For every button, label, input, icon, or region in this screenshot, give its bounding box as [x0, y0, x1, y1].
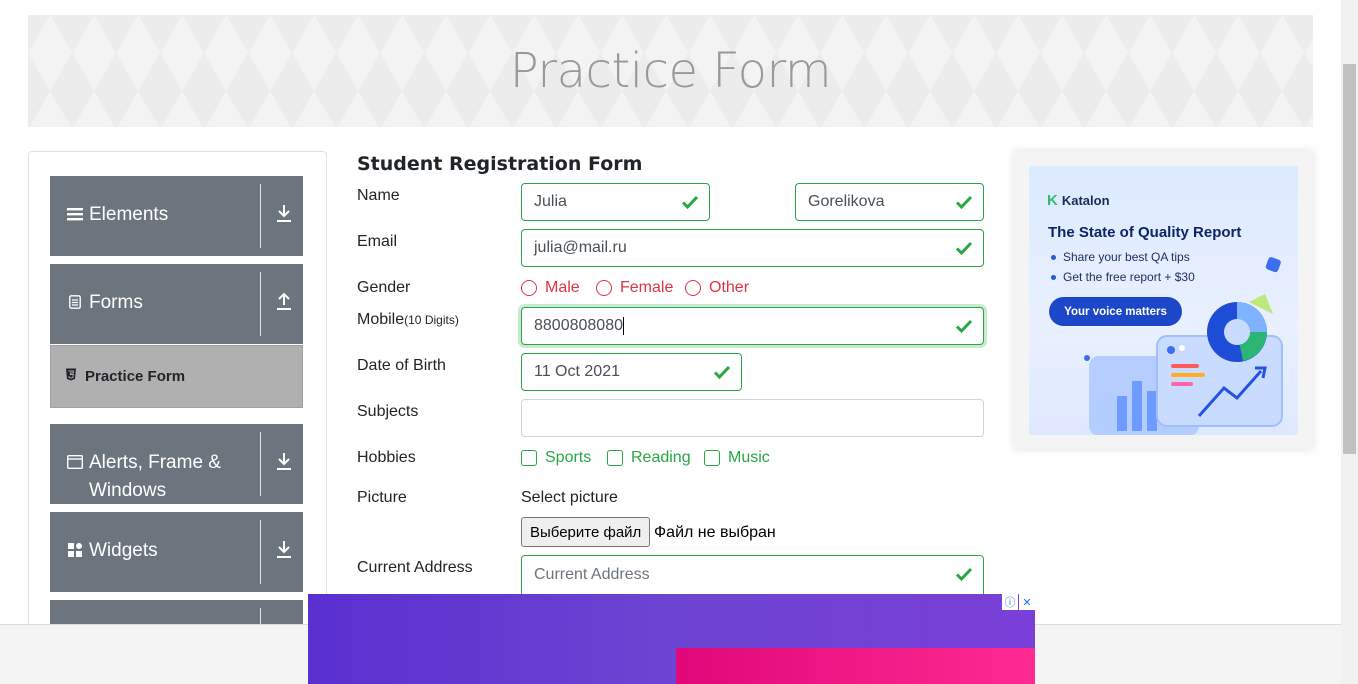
radio-circle	[685, 280, 701, 296]
sidebar-group-elements[interactable]: Elements	[50, 176, 303, 256]
last-name-input[interactable]: Gorelikova	[795, 183, 984, 221]
hobby-checkbox-music[interactable]: Music	[704, 449, 770, 467]
sidebar-item-label: Practice Form	[85, 368, 186, 385]
checkbox-box	[521, 450, 537, 466]
hobbies-label: Hobbies	[357, 449, 416, 466]
subjects-input[interactable]	[521, 399, 984, 437]
page: Practice Form Elements Forms Practice Fo…	[0, 0, 1358, 684]
gender-radio-male[interactable]: Male	[521, 279, 580, 297]
bottom-ad-banner[interactable]: ⓘ ✕	[308, 594, 1035, 684]
ad-banner[interactable]: K Katalon The State of Quality Report Sh…	[1029, 166, 1298, 435]
dob-label: Date of Birth	[357, 357, 446, 374]
radio-label: Male	[545, 279, 580, 296]
hobby-checkbox-reading[interactable]: Reading	[607, 449, 691, 467]
arrow-down-icon[interactable]	[275, 450, 293, 472]
choose-file-button[interactable]: Выберите файл	[521, 517, 651, 547]
mobile-value: 8800808080	[534, 317, 623, 334]
ad-close-icon[interactable]: ✕	[1019, 594, 1035, 610]
ad-illustration	[1084, 257, 1283, 435]
check-icon	[713, 364, 731, 380]
divider	[260, 272, 261, 336]
picture-prompt: Select picture	[521, 489, 618, 506]
sidebar-group-label: Alerts, Frame & Windows	[89, 452, 221, 501]
email-input[interactable]: julia@mail.ru	[521, 229, 984, 267]
menu-icon	[67, 207, 83, 221]
last-name-value: Gorelikova	[808, 193, 885, 210]
mobile-hint: (10 Digits)	[404, 313, 459, 327]
check-icon	[955, 566, 973, 582]
sidebar-group-alerts[interactable]: Alerts, Frame & Windows	[50, 424, 303, 504]
email-value: julia@mail.ru	[534, 239, 627, 256]
address-placeholder: Current Address	[534, 566, 650, 583]
ad-controls: ⓘ ✕	[1002, 594, 1035, 610]
check-icon	[955, 240, 973, 256]
sidebar-group-label: Forms	[89, 292, 143, 313]
checkbox-box	[704, 450, 720, 466]
radio-label: Female	[620, 279, 674, 296]
address-label: Current Address	[357, 559, 473, 576]
first-name-value: Julia	[534, 193, 567, 210]
gender-label: Gender	[357, 279, 411, 296]
email-label: Email	[357, 233, 398, 250]
mobile-label-text: Mobile	[357, 311, 405, 328]
sidebar-group-widgets[interactable]: Widgets	[50, 512, 303, 592]
sidebar-ad[interactable]: K Katalon The State of Quality Report Sh…	[1014, 151, 1313, 449]
arrow-up-icon[interactable]	[275, 290, 293, 312]
first-name-input[interactable]: Julia	[521, 183, 710, 221]
divider	[260, 184, 261, 248]
gender-radio-female[interactable]: Female	[596, 279, 673, 297]
subjects-label: Subjects	[357, 403, 419, 420]
divider	[260, 432, 261, 496]
form-title: Student Registration Form	[357, 153, 643, 175]
gender-radio-other[interactable]: Other	[685, 279, 749, 297]
page-banner: Practice Form	[28, 15, 1313, 127]
window-icon	[67, 455, 83, 469]
radio-label: Other	[709, 279, 750, 296]
radio-circle	[521, 280, 537, 296]
picture-label: Picture	[357, 489, 407, 506]
checkbox-label: Reading	[631, 449, 691, 466]
sidebar-item-practice-form[interactable]: Practice Form	[50, 345, 303, 408]
scrollbar-thumb[interactable]	[1343, 64, 1356, 454]
document-icon	[67, 295, 83, 309]
html5-icon	[65, 368, 77, 385]
mobile-input[interactable]: 8800808080	[521, 307, 984, 345]
check-icon	[681, 194, 699, 210]
checkbox-label: Music	[728, 449, 770, 466]
page-title: Practice Form	[509, 43, 832, 99]
sidebar-group-label: Elements	[89, 204, 169, 225]
text-cursor	[622, 317, 624, 335]
name-label: Name	[357, 187, 400, 204]
dob-input[interactable]: 11 Oct 2021	[521, 353, 742, 391]
dob-value: 11 Oct 2021	[534, 363, 620, 380]
arrow-down-icon[interactable]	[275, 538, 293, 560]
check-icon	[955, 194, 973, 210]
ad-info-icon[interactable]: ⓘ	[1002, 594, 1018, 610]
widgets-icon	[67, 543, 83, 557]
sidebar-group-label: Widgets	[89, 540, 158, 561]
sidebar: Elements Forms Practice Form Alerts, Fra…	[28, 151, 327, 631]
arrow-down-icon[interactable]	[275, 202, 293, 224]
check-icon	[955, 318, 973, 334]
radio-circle	[596, 280, 612, 296]
mobile-label: Mobile(10 Digits)	[357, 311, 459, 329]
ad-graphic	[676, 648, 1035, 684]
divider	[260, 520, 261, 584]
sidebar-group-forms[interactable]: Forms	[50, 264, 303, 344]
file-status: Файл не выбран	[654, 524, 776, 541]
checkbox-box	[607, 450, 623, 466]
hobby-checkbox-sports[interactable]: Sports	[521, 449, 591, 467]
checkbox-label: Sports	[545, 449, 592, 466]
